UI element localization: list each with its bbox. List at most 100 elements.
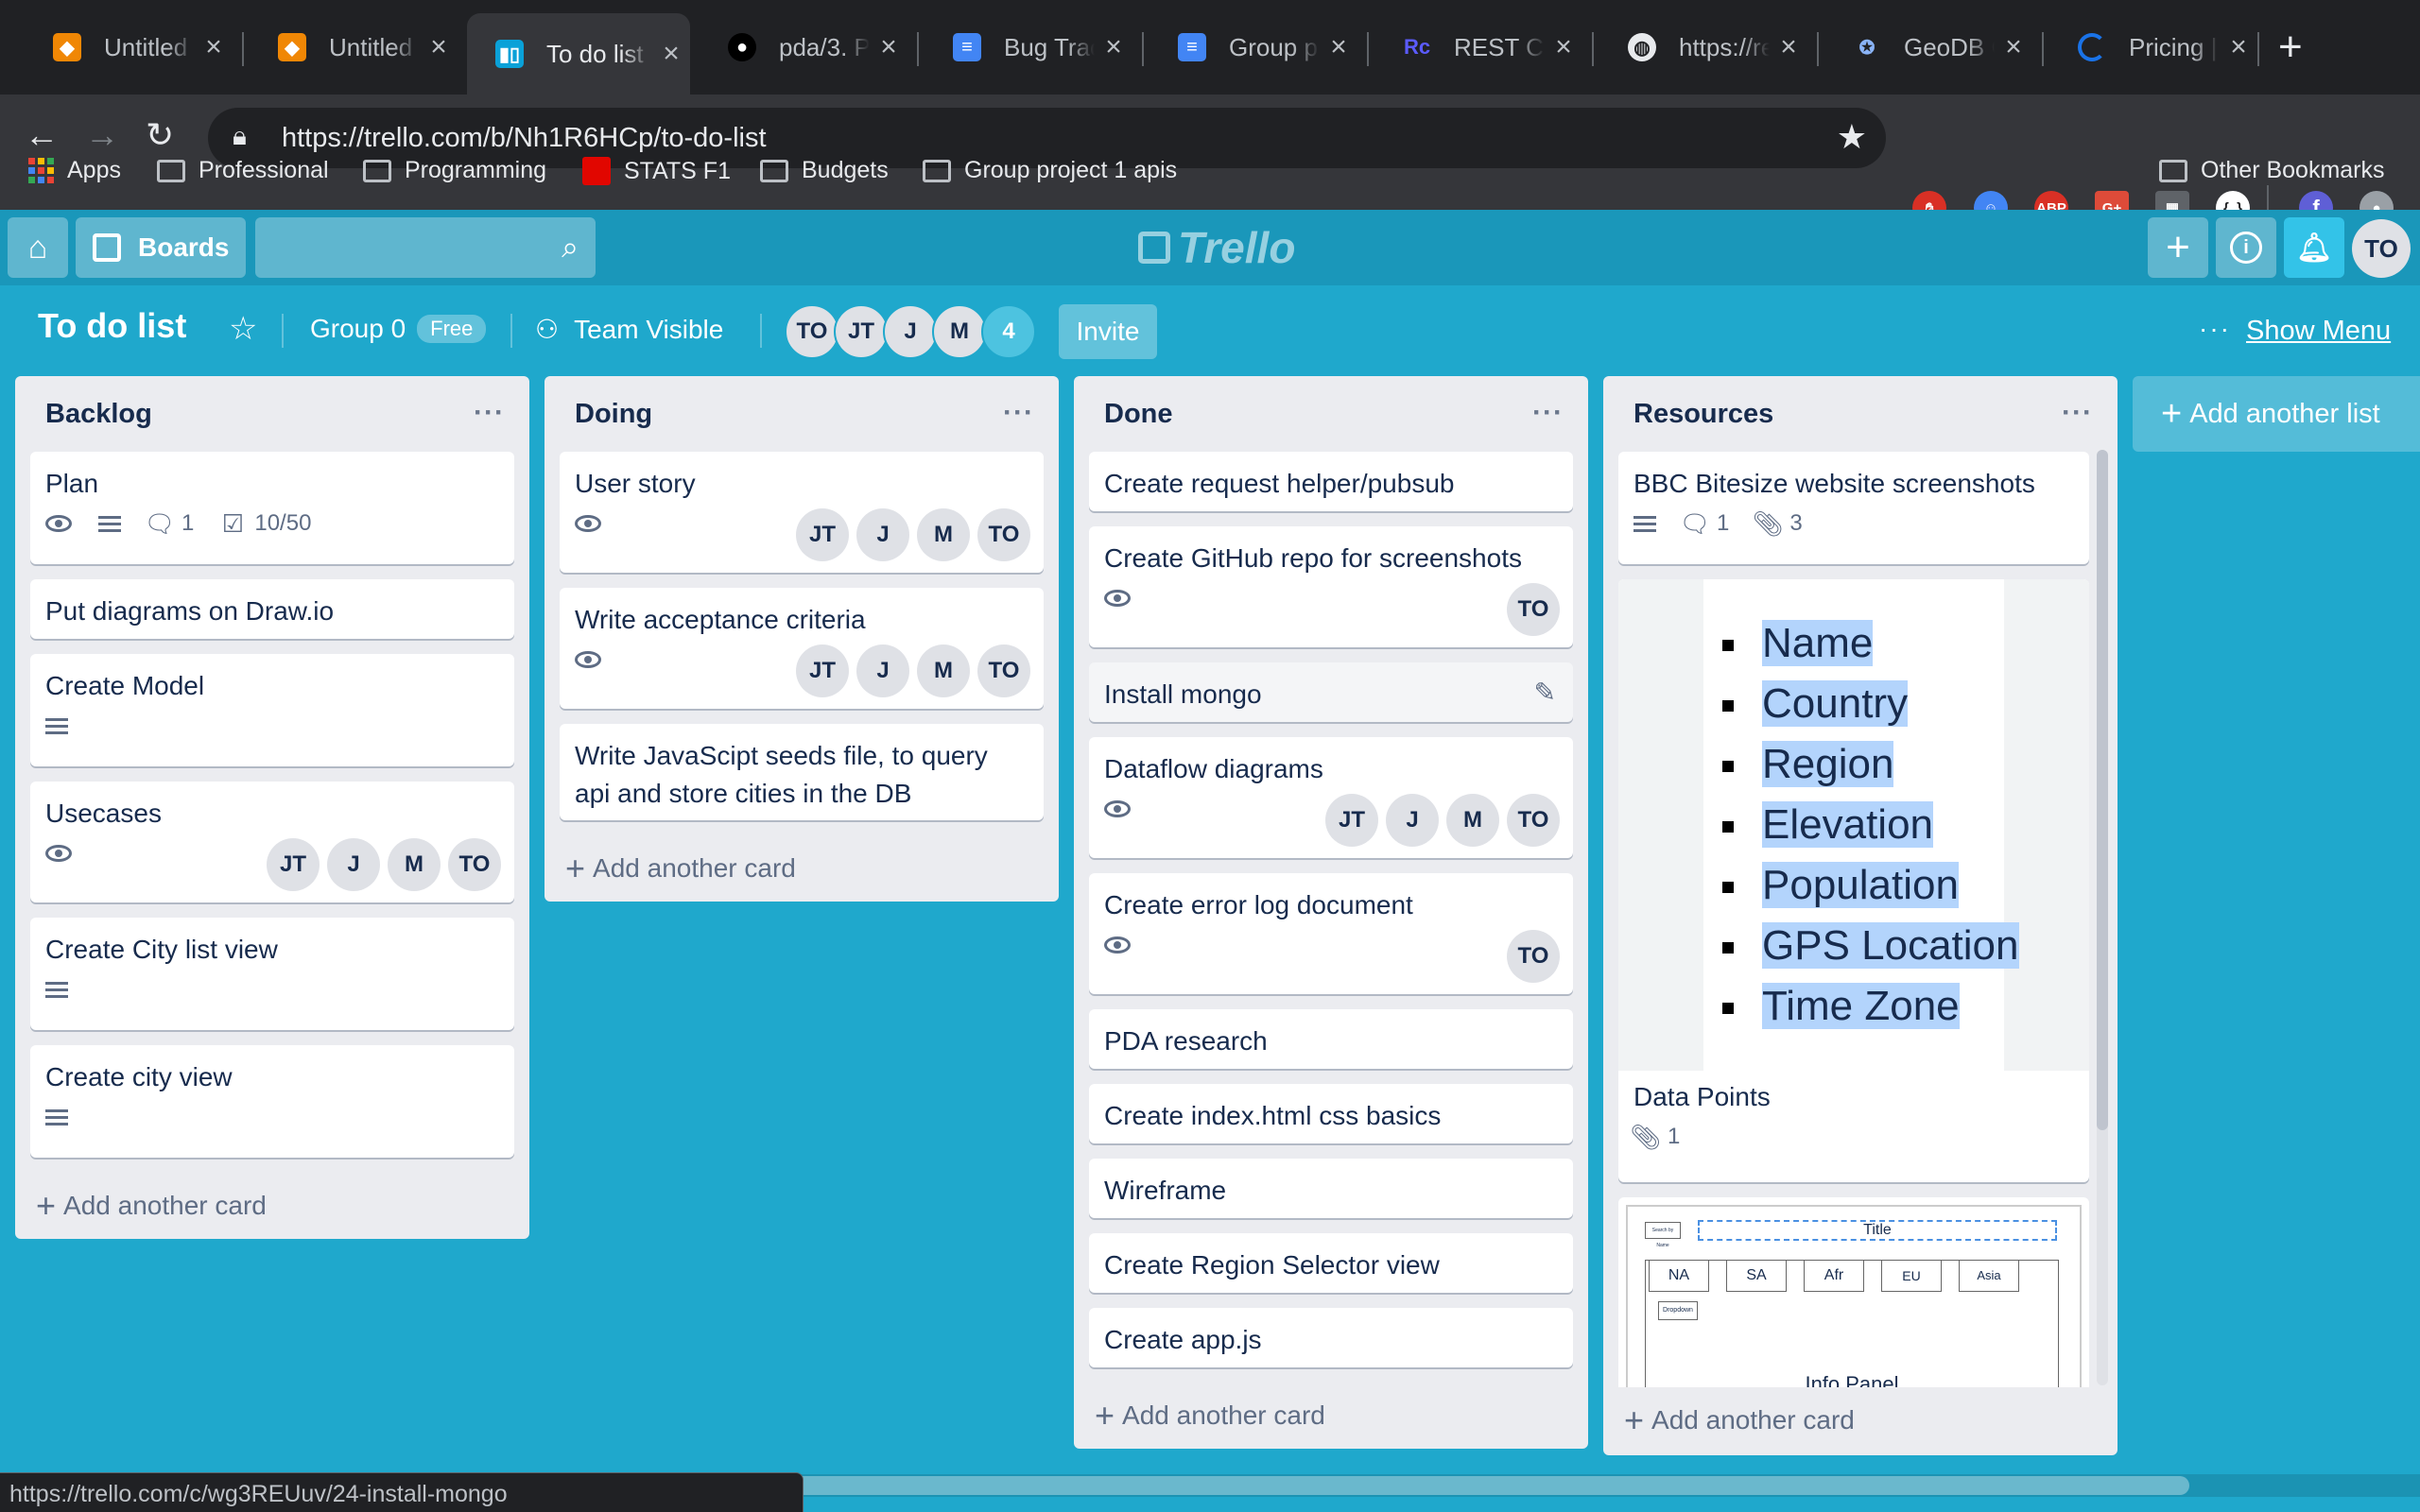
browser-tab[interactable]: ≡ Bug Tracker ×	[925, 21, 1132, 74]
list-scrollbar-thumb[interactable]	[2097, 450, 2108, 1130]
bookmark-star-icon[interactable]: ★	[1837, 117, 1867, 157]
card[interactable]: Usecases JT J M TO	[30, 782, 514, 902]
card[interactable]: PDA research	[1089, 1009, 1573, 1069]
board-scrollbar-thumb[interactable]	[718, 1476, 2189, 1495]
member-avatar[interactable]: J	[327, 838, 380, 891]
list-header[interactable]: Doing ···	[544, 376, 1059, 452]
browser-tab[interactable]: ● pda/3. PDA ×	[700, 21, 908, 74]
member-avatar[interactable]: TO	[1507, 930, 1560, 983]
user-avatar[interactable]: TO	[2352, 219, 2411, 278]
board-member-avatar[interactable]: J	[883, 304, 938, 359]
show-menu-button[interactable]: Show Menu	[2246, 316, 2391, 347]
board-member-avatar[interactable]: TO	[785, 304, 839, 359]
close-tab-icon[interactable]: ×	[1995, 31, 2032, 63]
close-tab-icon[interactable]: ×	[1770, 31, 1807, 63]
card[interactable]: Create app.js	[1089, 1308, 1573, 1367]
browser-tab-active[interactable]: ▮▯ To do list ×	[467, 13, 690, 94]
card[interactable]: Plan 🗨︎ 1 ☑ 10/50	[30, 452, 514, 564]
member-avatar[interactable]: JT	[1325, 794, 1378, 847]
browser-tab[interactable]: ✪ GeoDB Cities ×	[1824, 21, 2032, 74]
edit-pencil-icon[interactable]: ✎	[1534, 674, 1556, 712]
card[interactable]: User story JT J M TO	[560, 452, 1044, 573]
invite-button[interactable]: Invite	[1059, 304, 1157, 359]
bookmark-folder[interactable]: Budgets	[760, 157, 889, 184]
member-avatar[interactable]: TO	[977, 508, 1030, 561]
add-card-button[interactable]: + Add another card	[1074, 1383, 1588, 1449]
card[interactable]: Create Model	[30, 654, 514, 766]
list-header[interactable]: Resources ···	[1603, 376, 2118, 452]
browser-tab[interactable]: ◆ Untitled Diagram ×	[25, 21, 233, 74]
member-avatar[interactable]: M	[1446, 794, 1499, 847]
member-count-badge[interactable]: 4	[981, 304, 1036, 359]
close-tab-icon[interactable]: ×	[652, 38, 690, 70]
member-avatar[interactable]: JT	[796, 508, 849, 561]
bookmark-folder[interactable]: Group project 1 apis	[923, 157, 1177, 184]
close-tab-icon[interactable]: ×	[2220, 31, 2257, 63]
list-title[interactable]: Doing	[575, 399, 652, 430]
browser-tab[interactable]: Pricing | RapidAPI ×	[2049, 21, 2257, 74]
add-card-button[interactable]: + Add another card	[15, 1173, 529, 1239]
add-card-button[interactable]: + Add another card	[1603, 1387, 2118, 1453]
card-hovered[interactable]: Install mongo ✎	[1089, 662, 1573, 722]
list-title[interactable]: Done	[1104, 399, 1173, 430]
browser-tab[interactable]: ◍ https://restcountries ×	[1599, 21, 1807, 74]
card[interactable]: Write JavaScipt seeds file, to query api…	[560, 724, 1044, 820]
more-dots-icon[interactable]: ···	[2199, 314, 2231, 344]
member-avatar[interactable]: JT	[796, 644, 849, 697]
list-title[interactable]: Backlog	[45, 399, 152, 430]
list-header[interactable]: Backlog ···	[15, 376, 529, 452]
list-menu-icon[interactable]: ···	[2062, 397, 2093, 429]
bookmark-stats-f1[interactable]: STATS F1	[582, 157, 731, 185]
trello-logo[interactable]: Trello	[1138, 219, 1295, 276]
card[interactable]: Create request helper/pubsub	[1089, 452, 1573, 511]
visibility-button[interactable]: ⚇ Team Visible	[535, 314, 723, 345]
list-header[interactable]: Done ···	[1074, 376, 1588, 452]
bookmark-folder[interactable]: Programming	[363, 157, 546, 184]
member-avatar[interactable]: TO	[448, 838, 501, 891]
member-avatar[interactable]: TO	[1507, 794, 1560, 847]
board-member-avatar[interactable]: M	[932, 304, 987, 359]
card[interactable]: Create index.html css basics	[1089, 1084, 1573, 1143]
notifications-button[interactable]: 🔔︎	[2284, 217, 2344, 278]
card[interactable]: Dataflow diagrams JT J M TO	[1089, 737, 1573, 858]
info-button[interactable]: i	[2216, 217, 2276, 278]
member-avatar[interactable]: M	[388, 838, 441, 891]
card[interactable]: BBC Bitesize website screenshots 🗨︎ 1 📎︎ 3	[1618, 452, 2089, 564]
member-avatar[interactable]: M	[917, 508, 970, 561]
browser-tab[interactable]: ◆ Untitled Diagram ×	[250, 21, 458, 74]
card[interactable]: Create Region Selector view	[1089, 1233, 1573, 1293]
create-button[interactable]: +	[2148, 217, 2208, 278]
member-avatar[interactable]: JT	[267, 838, 320, 891]
member-avatar[interactable]: M	[917, 644, 970, 697]
close-tab-icon[interactable]: ×	[1545, 31, 1582, 63]
browser-tab[interactable]: Rc REST Countries ×	[1374, 21, 1582, 74]
close-tab-icon[interactable]: ×	[195, 31, 233, 63]
new-tab-button[interactable]: +	[2278, 21, 2303, 74]
close-tab-icon[interactable]: ×	[420, 31, 458, 63]
list-menu-icon[interactable]: ···	[1003, 397, 1034, 429]
board-title[interactable]: To do list	[38, 306, 186, 346]
list-menu-icon[interactable]: ···	[1532, 397, 1564, 429]
close-tab-icon[interactable]: ×	[1320, 31, 1357, 63]
team-button[interactable]: Group 0 Free	[310, 314, 487, 344]
member-avatar[interactable]: J	[1386, 794, 1439, 847]
card[interactable]: Create GitHub repo for screenshots TO	[1089, 526, 1573, 647]
card[interactable]: Write acceptance criteria JT J M TO	[560, 588, 1044, 709]
member-avatar[interactable]: TO	[1507, 583, 1560, 636]
close-tab-icon[interactable]: ×	[870, 31, 908, 63]
bookmark-apps[interactable]: Apps	[28, 157, 121, 184]
home-button[interactable]: ⌂	[8, 217, 68, 278]
boards-button[interactable]: Boards	[76, 217, 246, 278]
browser-tab[interactable]: ≡ Group project ×	[1150, 21, 1357, 74]
reload-icon[interactable]: ↻	[146, 115, 174, 155]
search-input[interactable]: ⌕	[255, 217, 596, 278]
member-avatar[interactable]: J	[856, 508, 909, 561]
card[interactable]: Wireframe	[1089, 1159, 1573, 1218]
member-avatar[interactable]: J	[856, 644, 909, 697]
close-tab-icon[interactable]: ×	[1095, 31, 1132, 63]
card[interactable]: Search by Name Title NA SA Afr EU Asia D…	[1618, 1197, 2089, 1387]
other-bookmarks[interactable]: Other Bookmarks	[2159, 157, 2385, 184]
add-list-button[interactable]: + Add another list	[2133, 376, 2420, 452]
bookmark-folder[interactable]: Professional	[157, 157, 329, 184]
member-avatar[interactable]: TO	[977, 644, 1030, 697]
